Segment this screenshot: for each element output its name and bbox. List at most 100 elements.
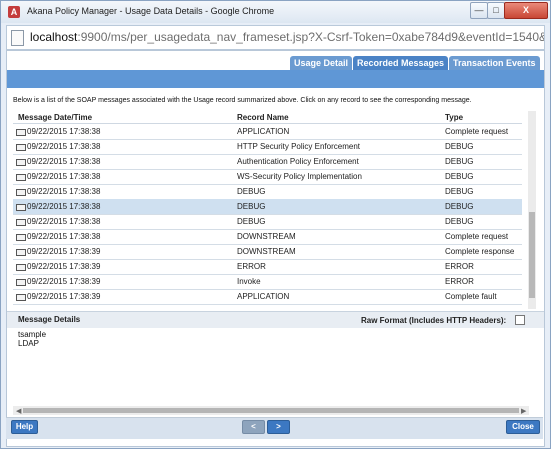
message-details-header: Message Details Raw Format (Includes HTT… bbox=[7, 311, 544, 328]
table-row[interactable]: 09/22/2015 17:38:38 WS-Security Policy I… bbox=[13, 169, 522, 185]
tab-usage-detail[interactable]: Usage Detail bbox=[290, 56, 353, 70]
row-record-name: ERROR bbox=[237, 262, 266, 271]
row-type: Complete request bbox=[445, 127, 509, 136]
scroll-right-icon[interactable]: ▶ bbox=[521, 407, 526, 415]
col-type: Type bbox=[445, 113, 464, 122]
help-button[interactable]: Help bbox=[11, 420, 38, 434]
intro-text: Below is a list of the SOAP messages ass… bbox=[13, 97, 472, 104]
row-date: 09/22/2015 17:38:38 bbox=[27, 157, 101, 166]
header-band bbox=[7, 70, 544, 88]
row-type: ERROR bbox=[445, 277, 474, 286]
message-icon bbox=[16, 129, 26, 136]
page-icon bbox=[11, 30, 24, 46]
url-host: localhost bbox=[30, 30, 78, 44]
message-icon bbox=[16, 159, 26, 166]
message-icon bbox=[16, 264, 26, 271]
row-type: ERROR bbox=[445, 262, 474, 271]
row-date: 09/22/2015 17:38:38 bbox=[27, 202, 101, 211]
table-row[interactable]: 09/22/2015 17:38:39 Invoke ERROR bbox=[13, 274, 522, 290]
tab-recorded-messages[interactable]: Recorded Messages bbox=[353, 56, 449, 70]
row-date: 09/22/2015 17:38:39 bbox=[27, 262, 101, 271]
table-row[interactable]: 09/22/2015 17:38:38 Authentication Polic… bbox=[13, 154, 522, 170]
message-icon bbox=[16, 189, 26, 196]
browser-window: A Akana Policy Manager - Usage Data Deta… bbox=[0, 0, 551, 449]
app-icon: A bbox=[8, 6, 20, 18]
tab-transaction-events[interactable]: Transaction Events bbox=[449, 56, 540, 70]
col-message-date: Message Date/Time bbox=[18, 113, 93, 122]
row-record-name: DEBUG bbox=[237, 202, 266, 211]
row-type: DEBUG bbox=[445, 187, 474, 196]
row-date: 09/22/2015 17:38:39 bbox=[27, 247, 101, 256]
close-window-button[interactable]: X bbox=[504, 2, 548, 19]
messages-table: Message Date/Time Record Name Type 09/22… bbox=[13, 111, 522, 311]
message-icon bbox=[16, 204, 26, 211]
raw-format-label: Raw Format (Includes HTTP Headers): bbox=[361, 316, 507, 325]
row-record-name: DEBUG bbox=[237, 187, 266, 196]
row-date: 09/22/2015 17:38:38 bbox=[27, 172, 101, 181]
message-icon bbox=[16, 294, 26, 301]
row-date: 09/22/2015 17:38:38 bbox=[27, 142, 101, 151]
row-type: DEBUG bbox=[445, 202, 474, 211]
row-type: DEBUG bbox=[445, 172, 474, 181]
url-path: :9900/ms/per_usagedata_nav_frameset.jsp?… bbox=[77, 30, 545, 44]
maximize-button[interactable]: □ bbox=[487, 2, 505, 19]
row-date: 09/22/2015 17:38:38 bbox=[27, 232, 101, 241]
col-record-name: Record Name bbox=[237, 113, 289, 122]
message-icon bbox=[16, 279, 26, 286]
row-record-name: HTTP Security Policy Enforcement bbox=[237, 142, 361, 151]
row-type: DEBUG bbox=[445, 217, 474, 226]
page-content: Usage Detail Recorded Messages Transacti… bbox=[6, 50, 545, 447]
message-icon bbox=[16, 234, 26, 241]
row-type: Complete fault bbox=[445, 292, 497, 301]
message-icon bbox=[16, 219, 26, 226]
row-record-name: APPLICATION bbox=[237, 127, 290, 136]
table-header: Message Date/Time Record Name Type bbox=[13, 111, 522, 124]
table-row[interactable]: 09/22/2015 17:38:39 APPLICATION Complete… bbox=[13, 289, 522, 305]
row-date: 09/22/2015 17:38:38 bbox=[27, 217, 101, 226]
row-type: Complete request bbox=[445, 232, 509, 241]
window-title: Akana Policy Manager - Usage Data Detail… bbox=[27, 6, 275, 16]
table-row[interactable]: 09/22/2015 17:38:38 DEBUG DEBUG bbox=[13, 214, 522, 230]
row-date: 09/22/2015 17:38:38 bbox=[27, 187, 101, 196]
row-record-name: APPLICATION bbox=[237, 292, 290, 301]
close-button[interactable]: Close bbox=[506, 420, 540, 434]
row-record-name: DOWNSTREAM bbox=[237, 247, 296, 256]
message-details-body: tsample LDAP bbox=[18, 330, 46, 348]
url-text[interactable]: localhost:9900/ms/per_usagedata_nav_fram… bbox=[30, 30, 545, 44]
details-scroll-thumb[interactable] bbox=[23, 408, 519, 413]
table-row[interactable]: 09/22/2015 17:38:39 DOWNSTREAM Complete … bbox=[13, 244, 522, 260]
row-type: DEBUG bbox=[445, 157, 474, 166]
message-icon bbox=[16, 249, 26, 256]
table-row[interactable]: 09/22/2015 17:38:39 ERROR ERROR bbox=[13, 259, 522, 275]
table-row-selected[interactable]: 09/22/2015 17:38:38 DEBUG DEBUG bbox=[13, 199, 522, 215]
next-button[interactable]: > bbox=[267, 420, 290, 434]
minimize-button[interactable]: — bbox=[470, 2, 488, 19]
message-icon bbox=[16, 144, 26, 151]
details-line: tsample bbox=[18, 330, 47, 339]
row-date: 09/22/2015 17:38:39 bbox=[27, 277, 101, 286]
message-icon bbox=[16, 174, 26, 181]
scroll-left-icon[interactable]: ◀ bbox=[16, 407, 21, 415]
row-date: 09/22/2015 17:38:38 bbox=[27, 127, 101, 136]
row-type: Complete response bbox=[445, 247, 515, 256]
table-scroll-thumb[interactable] bbox=[529, 212, 535, 298]
row-record-name: WS-Security Policy Implementation bbox=[237, 172, 362, 181]
table-row[interactable]: 09/22/2015 17:38:38 DEBUG DEBUG bbox=[13, 184, 522, 200]
table-row[interactable]: 09/22/2015 17:38:38 HTTP Security Policy… bbox=[13, 139, 522, 155]
bottom-toolbar: Help < > Close bbox=[6, 417, 543, 439]
table-row[interactable]: 09/22/2015 17:38:38 APPLICATION Complete… bbox=[13, 124, 522, 140]
row-type: DEBUG bbox=[445, 142, 474, 151]
row-record-name: DEBUG bbox=[237, 217, 266, 226]
details-line: LDAP bbox=[18, 339, 39, 348]
row-record-name: DOWNSTREAM bbox=[237, 232, 296, 241]
address-bar[interactable]: localhost:9900/ms/per_usagedata_nav_fram… bbox=[6, 25, 545, 50]
message-details-title: Message Details bbox=[18, 315, 81, 324]
table-scrollbar[interactable] bbox=[528, 111, 536, 309]
raw-format-checkbox[interactable] bbox=[515, 315, 525, 325]
row-record-name: Authentication Policy Enforcement bbox=[237, 157, 359, 166]
previous-button[interactable]: < bbox=[242, 420, 265, 434]
details-scrollbar[interactable]: ◀ ▶ bbox=[13, 406, 529, 415]
table-row[interactable]: 09/22/2015 17:38:38 DOWNSTREAM Complete … bbox=[13, 229, 522, 245]
tab-strip: Usage Detail Recorded Messages Transacti… bbox=[7, 51, 544, 70]
window-titlebar: A Akana Policy Manager - Usage Data Deta… bbox=[1, 1, 550, 23]
